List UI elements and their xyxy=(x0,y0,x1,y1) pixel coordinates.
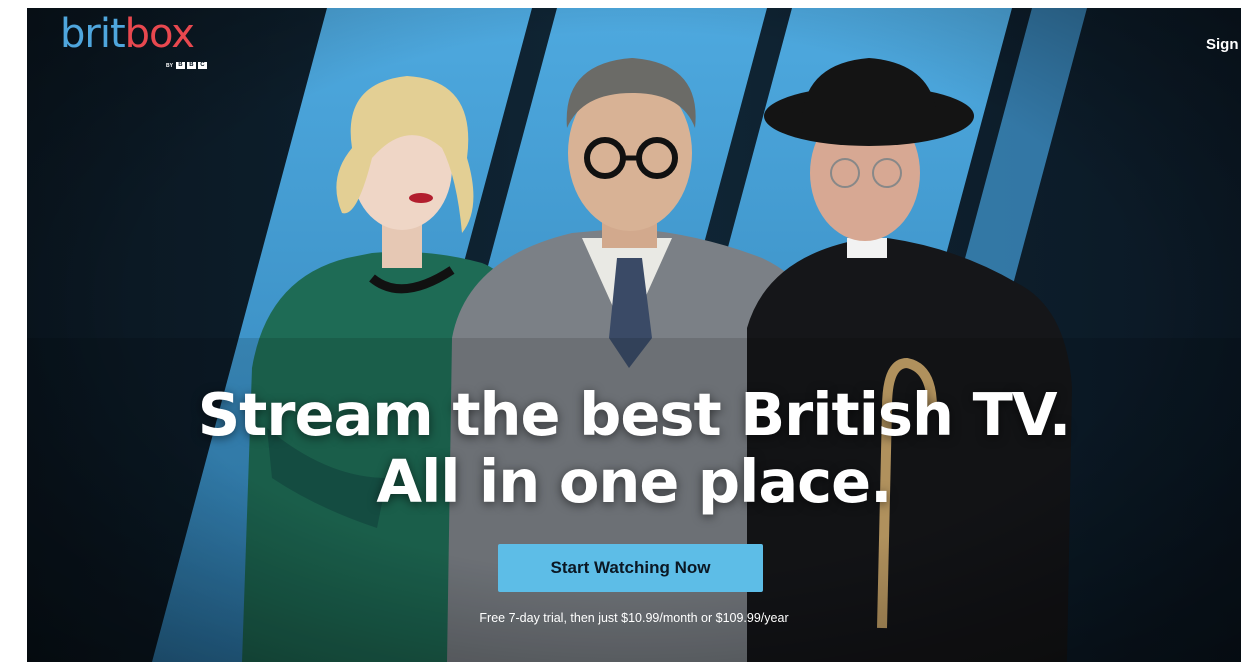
britbox-logo[interactable]: britbox BY B B C xyxy=(60,10,207,69)
signin-link[interactable]: Sign xyxy=(1206,36,1239,53)
hero-headline: Stream the best British TV. All in one p… xyxy=(27,381,1241,515)
pricing-note: Free 7-day trial, then just $10.99/month… xyxy=(479,611,789,625)
logo-brit: brit xyxy=(60,11,126,57)
logo-box: box xyxy=(124,11,195,57)
headline-line-1: Stream the best British TV. xyxy=(197,380,1072,449)
logo-wordmark: britbox xyxy=(60,10,195,58)
headline-line-2: All in one place. xyxy=(376,447,892,516)
hero-frame: britbox BY B B C Sign Stream the best Br… xyxy=(27,8,1241,662)
bbc-letter: C xyxy=(197,62,207,69)
start-watching-button[interactable]: Start Watching Now xyxy=(498,544,763,592)
byline-text: BY xyxy=(166,62,173,69)
bbc-letter: B xyxy=(175,62,185,69)
bbc-letter: B xyxy=(186,62,196,69)
bbc-logo: B B C xyxy=(175,62,207,69)
logo-byline: BY B B C xyxy=(166,62,207,69)
